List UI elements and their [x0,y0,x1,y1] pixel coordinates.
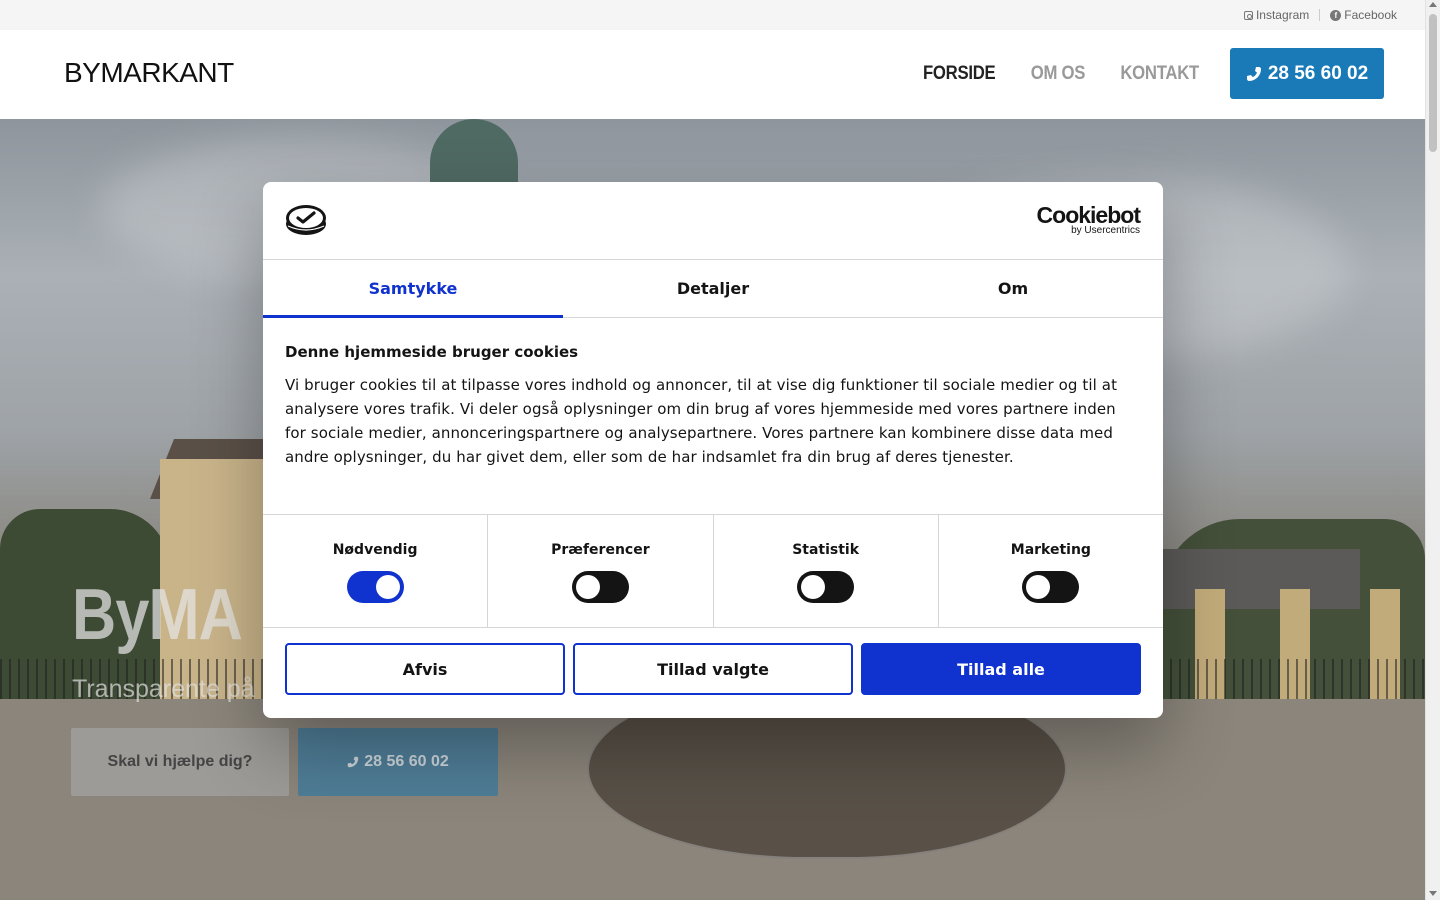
toggle-label: Statistik [792,542,860,558]
toggle-statistik[interactable] [797,571,855,603]
scrollbar-thumb[interactable] [1429,14,1437,152]
toggle-group-marketing: Marketing [939,515,1163,627]
cookiebot-logo-icon [286,205,326,235]
dialog-body: Denne hjemmeside bruger cookies Vi bruge… [263,318,1163,515]
toggle-label: Marketing [1010,542,1091,558]
dialog-tabs: Samtykke Detaljer Om [263,260,1163,318]
dialog-header: Cookiebot by Usercentrics [263,182,1163,260]
dialog-actions: Afvis Tillad valgte Tillad alle [263,628,1163,710]
dialog-heading: Denne hjemmeside bruger cookies [285,343,579,361]
toggle-group-statistik: Statistik [714,515,939,627]
toggle-marketing[interactable] [1022,571,1080,603]
scroll-up-arrow-icon[interactable] [1429,2,1437,7]
allow-selected-button[interactable]: Tillad valgte [573,643,853,695]
cookiebot-name: Cookiebot [1036,202,1141,228]
toggle-label: Præferencer [551,542,650,558]
toggle-group-nodvendig: Nødvendig [263,515,489,627]
allow-all-button[interactable]: Tillad alle [861,643,1141,695]
page-scrollbar[interactable] [1425,0,1440,900]
toggle-knob [375,575,400,599]
tab-samtykke[interactable]: Samtykke [263,260,563,318]
consent-toggles: Nødvendig Præferencer Statistik Marketin… [263,515,1163,628]
toggle-label: Nødvendig [332,542,418,558]
cookie-consent-dialog: Cookiebot by Usercentrics Samtykke Detal… [263,182,1163,718]
toggle-group-praeferencer: Præferencer [488,515,714,627]
toggle-knob [575,575,600,599]
tab-detaljer[interactable]: Detaljer [563,260,863,317]
toggle-knob [1026,575,1051,599]
toggle-praeferencer[interactable] [571,571,629,603]
tab-om[interactable]: Om [863,260,1163,317]
toggle-nodvendig[interactable] [346,571,404,603]
dialog-text: Vi bruger cookies til at tilpasse vores … [285,376,1118,466]
deny-button[interactable]: Afvis [285,643,565,695]
toggle-knob [801,575,826,599]
scroll-down-arrow-icon[interactable] [1429,891,1437,896]
cookiebot-brand: Cookiebot by Usercentrics [1036,202,1141,236]
